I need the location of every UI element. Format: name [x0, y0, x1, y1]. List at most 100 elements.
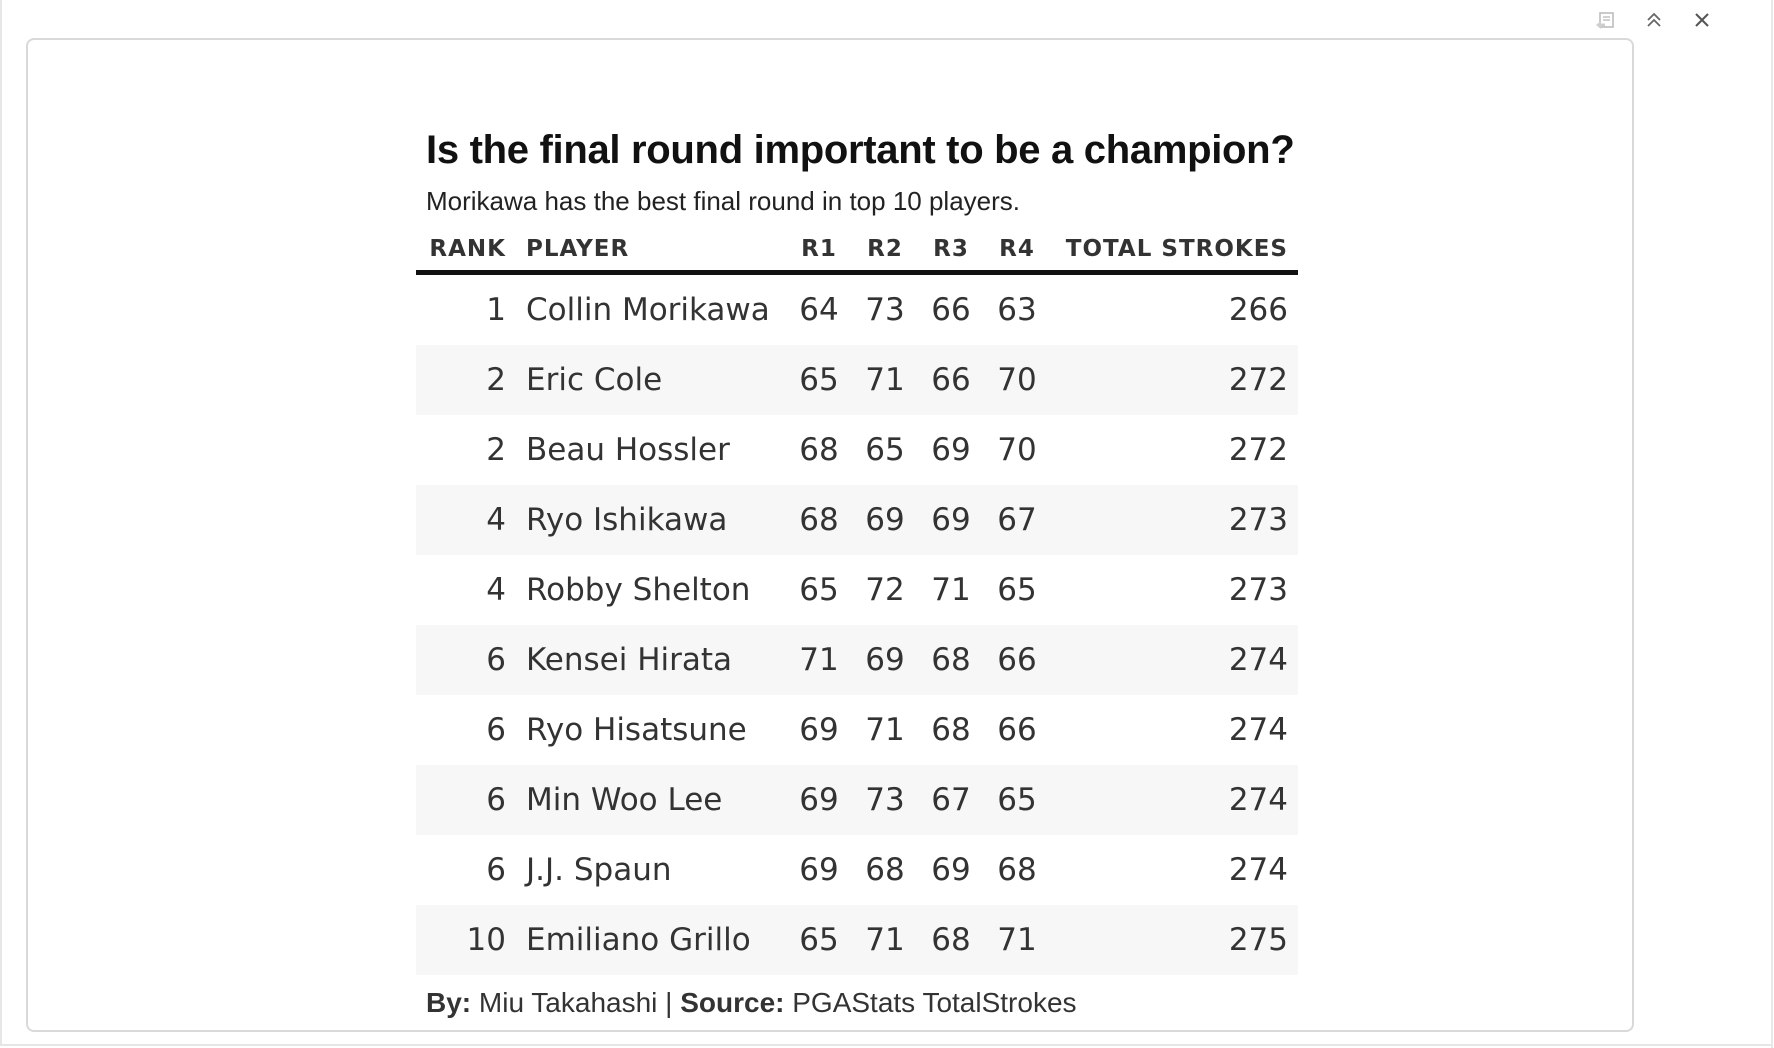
- total-cell: 273: [1050, 485, 1298, 555]
- player-cell: Beau Hossler: [526, 432, 730, 468]
- pane-divider: [1771, 0, 1773, 1048]
- r4-cell: 65: [997, 572, 1037, 608]
- column-header-rank: RANK: [416, 228, 516, 275]
- r3-cell: 66: [931, 292, 971, 328]
- r4-cell: 63: [997, 292, 1037, 328]
- total-cell: 266: [1228, 292, 1288, 328]
- table-row: 1 Collin Morikawa 64 73 66 63 266: [416, 273, 1298, 346]
- column-header-player: PLAYER: [516, 228, 786, 275]
- results-table-container: Is the final round important to be a cha…: [416, 124, 1298, 1021]
- r3-cell: 71: [931, 572, 971, 608]
- table-row: 6 Min Woo Lee 69 73 67 65 274: [416, 765, 1298, 835]
- table-source-note: By: Miu Takahashi | Source: PGAStats Tot…: [426, 985, 1298, 1021]
- r2-cell: 69: [852, 485, 918, 555]
- viewer-toolbar: [1582, 6, 1726, 34]
- r1-cell: 65: [786, 345, 852, 415]
- rank-cell: 2: [416, 345, 516, 415]
- viewer-pane: Is the final round important to be a cha…: [0, 0, 1772, 1046]
- r2-cell: 72: [865, 572, 905, 608]
- r2-cell: 71: [852, 905, 918, 975]
- export-button[interactable]: [1582, 6, 1630, 34]
- source-text: PGAStats TotalStrokes: [784, 987, 1077, 1018]
- table-row: 6 Ryo Hisatsune 69 71 68 66 274: [416, 695, 1298, 765]
- total-cell: 272: [1050, 345, 1298, 415]
- r1-cell: 68: [786, 485, 852, 555]
- column-header-r1: R1: [786, 228, 852, 275]
- player-cell: Kensei Hirata: [516, 625, 786, 695]
- r2-cell: 73: [865, 292, 905, 328]
- rank-cell: 1: [486, 292, 506, 328]
- r1-cell: 65: [799, 572, 839, 608]
- rank-cell: 6: [486, 852, 506, 888]
- total-cell: 275: [1050, 905, 1298, 975]
- r2-cell: 71: [865, 712, 905, 748]
- r3-cell: 69: [918, 485, 984, 555]
- table-row: 6 Kensei Hirata 71 69 68 66 274: [416, 625, 1298, 695]
- rank-cell: 6: [416, 625, 516, 695]
- r2-cell: 73: [852, 765, 918, 835]
- table-row: 2 Beau Hossler 68 65 69 70 272: [416, 415, 1298, 485]
- r3-cell: 67: [918, 765, 984, 835]
- export-icon: [1596, 12, 1614, 29]
- player-cell: Emiliano Grillo: [516, 905, 786, 975]
- r3-cell: 68: [931, 712, 971, 748]
- r2-cell: 65: [865, 432, 905, 468]
- player-cell: Robby Shelton: [526, 572, 751, 608]
- r3-cell: 68: [918, 905, 984, 975]
- r2-cell: 69: [852, 625, 918, 695]
- total-cell: 274: [1228, 712, 1288, 748]
- r2-cell: 71: [852, 345, 918, 415]
- collapse-icon: [1647, 12, 1661, 27]
- table-title: Is the final round important to be a cha…: [426, 128, 1295, 172]
- r1-cell: 69: [799, 712, 839, 748]
- total-cell: 274: [1050, 765, 1298, 835]
- close-button[interactable]: [1678, 6, 1726, 34]
- r1-cell: 65: [786, 905, 852, 975]
- column-header-r4: R4: [984, 228, 1050, 275]
- r3-cell: 68: [918, 625, 984, 695]
- rank-cell: 4: [416, 485, 516, 555]
- total-cell: 273: [1228, 572, 1288, 608]
- collapse-button[interactable]: [1630, 6, 1678, 34]
- r4-cell: 70: [984, 345, 1050, 415]
- player-cell: Eric Cole: [516, 345, 786, 415]
- r3-cell: 69: [931, 432, 971, 468]
- r1-cell: 64: [799, 292, 839, 328]
- table-row: 2 Eric Cole 65 71 66 70 272: [416, 345, 1298, 415]
- results-table: RANK PLAYER R1 R2 R3 R4 TOTAL STROKES 1 …: [416, 228, 1298, 975]
- r4-cell: 66: [997, 712, 1037, 748]
- rank-cell: 6: [416, 765, 516, 835]
- r1-cell: 68: [799, 432, 839, 468]
- r3-cell: 69: [931, 852, 971, 888]
- table-header-row: RANK PLAYER R1 R2 R3 R4 TOTAL STROKES: [416, 228, 1298, 275]
- r4-cell: 71: [984, 905, 1050, 975]
- player-cell: Ryo Hisatsune: [526, 712, 747, 748]
- r4-cell: 70: [997, 432, 1037, 468]
- total-cell: 274: [1228, 852, 1288, 888]
- player-cell: Collin Morikawa: [526, 292, 770, 328]
- player-cell: Ryo Ishikawa: [516, 485, 786, 555]
- rank-cell: 6: [486, 712, 506, 748]
- player-cell: J.J. Spaun: [526, 852, 672, 888]
- r1-cell: 71: [786, 625, 852, 695]
- total-cell: 274: [1050, 625, 1298, 695]
- table-row: 4 Robby Shelton 65 72 71 65 273: [416, 555, 1298, 625]
- source-label: Source:: [680, 987, 785, 1018]
- rank-cell: 2: [486, 432, 506, 468]
- column-header-r3: R3: [918, 228, 984, 275]
- r2-cell: 68: [865, 852, 905, 888]
- r4-cell: 65: [984, 765, 1050, 835]
- author-text: Miu Takahashi |: [471, 987, 681, 1018]
- column-header-total-strokes: TOTAL STROKES: [1050, 228, 1298, 275]
- total-cell: 272: [1228, 432, 1288, 468]
- table-row: 6 J.J. Spaun 69 68 69 68 274: [416, 835, 1298, 905]
- r4-cell: 68: [997, 852, 1037, 888]
- table-row: 4 Ryo Ishikawa 68 69 69 67 273: [416, 485, 1298, 555]
- rank-cell: 4: [486, 572, 506, 608]
- r4-cell: 67: [984, 485, 1050, 555]
- player-cell: Min Woo Lee: [516, 765, 786, 835]
- close-icon: [1695, 13, 1709, 27]
- by-label: By:: [426, 987, 472, 1018]
- r4-cell: 66: [984, 625, 1050, 695]
- r1-cell: 69: [786, 765, 852, 835]
